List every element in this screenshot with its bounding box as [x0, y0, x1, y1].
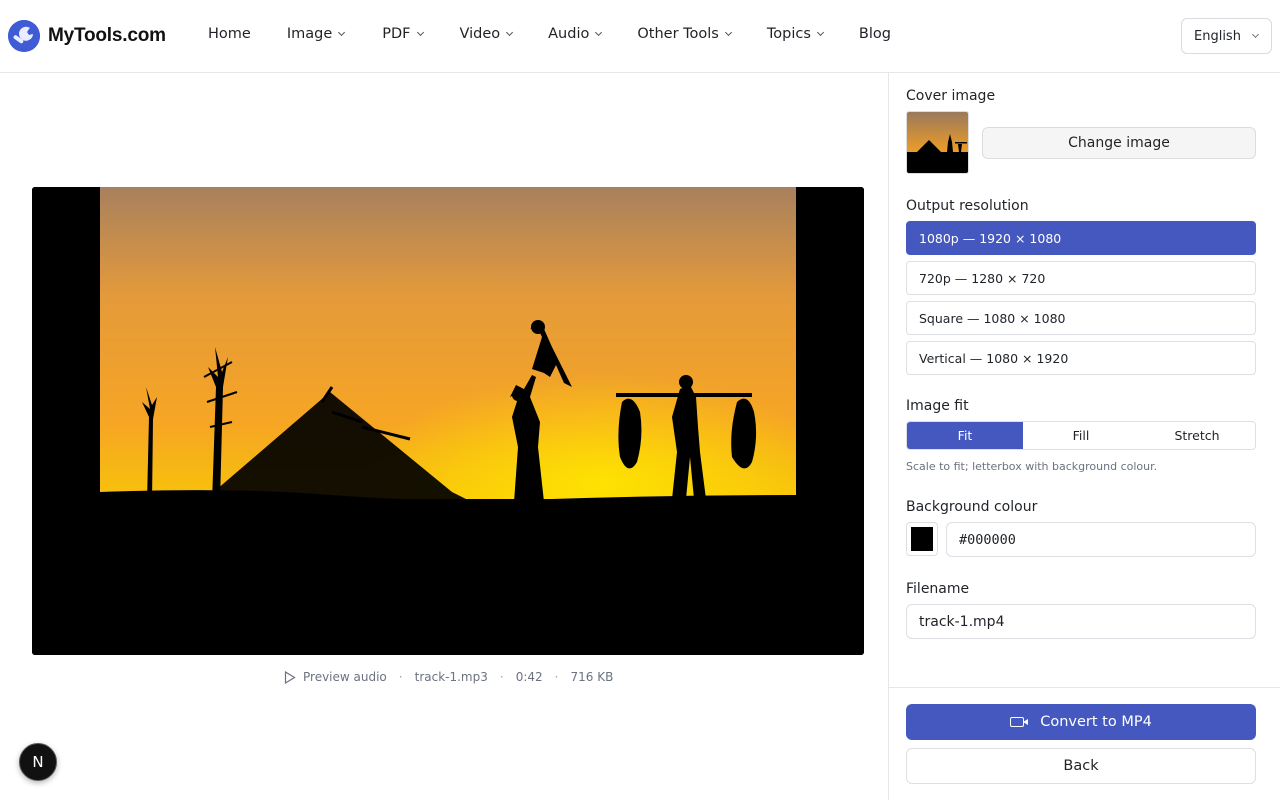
nav-video[interactable]: Video [460, 26, 514, 42]
language-select[interactable]: English [1181, 18, 1272, 54]
chevron-down-icon [724, 28, 732, 37]
fit-option-fill[interactable]: Fill [1023, 422, 1139, 449]
nav-image[interactable]: Image [287, 26, 346, 42]
resolution-option-square[interactable]: Square — 1080 × 1080 [906, 301, 1256, 335]
chevron-down-icon [338, 28, 346, 37]
background-colour-input[interactable]: #000000 [946, 522, 1256, 557]
image-fit-hint: Scale to fit; letterbox with background … [906, 460, 1158, 473]
main-nav: Home Image PDF Video Audio Other Tools T… [208, 26, 891, 42]
play-icon[interactable] [284, 670, 296, 684]
separator-dot: · [499, 670, 504, 684]
separator-dot: · [398, 670, 403, 684]
chevron-down-icon [816, 28, 824, 37]
background-colour-swatch[interactable] [906, 522, 938, 556]
video-preview [32, 187, 864, 655]
settings-sidebar: Cover image Change image Output resoluti… [888, 73, 1280, 800]
cover-image-preview [32, 187, 864, 655]
resolution-option-720p[interactable]: 720p — 1280 × 720 [906, 261, 1256, 295]
back-button[interactable]: Back [906, 748, 1256, 784]
resolution-option-vertical[interactable]: Vertical — 1080 × 1920 [906, 341, 1256, 375]
background-colour-label: Background colour [906, 499, 1038, 515]
colour-swatch-fill [911, 527, 933, 551]
fit-option-fit[interactable]: Fit [907, 422, 1023, 449]
audio-duration: 0:42 [515, 670, 543, 684]
chevron-down-icon [506, 28, 514, 37]
resolution-option-1080p[interactable]: 1080p — 1920 × 1080 [906, 221, 1256, 255]
nav-other-tools[interactable]: Other Tools [637, 26, 732, 42]
nav-blog[interactable]: Blog [859, 26, 891, 42]
change-image-button[interactable]: Change image [982, 127, 1256, 159]
language-value: English [1194, 28, 1241, 44]
site-name: MyTools.com [48, 25, 166, 46]
nav-audio[interactable]: Audio [548, 26, 603, 42]
sidebar-divider [889, 687, 1280, 688]
filename-input[interactable]: track-1.mp4 [906, 604, 1256, 639]
chevron-down-icon [1251, 30, 1259, 39]
top-header: MyTools.com Home Image PDF Video Audio O… [0, 0, 1280, 73]
separator-dot: · [554, 670, 559, 684]
wrench-logo-icon [8, 20, 40, 52]
video-camera-icon [1010, 717, 1029, 727]
preview-audio-link[interactable]: Preview audio [303, 670, 387, 684]
chevron-down-icon [416, 28, 424, 37]
chevron-down-icon [595, 28, 603, 37]
output-resolution-label: Output resolution [906, 198, 1029, 214]
convert-to-mp4-button[interactable]: Convert to MP4 [906, 704, 1256, 740]
nav-topics[interactable]: Topics [767, 26, 824, 42]
cover-image-label: Cover image [906, 88, 996, 104]
site-logo[interactable]: MyTools.com [8, 20, 166, 52]
nav-pdf[interactable]: PDF [382, 26, 424, 42]
filename-label: Filename [906, 581, 970, 597]
audio-meta: Preview audio · track-1.mp3 · 0:42 · 716… [284, 670, 613, 684]
audio-filename: track-1.mp3 [414, 670, 488, 684]
cover-thumbnail [906, 111, 969, 174]
audio-file-size: 716 KB [570, 670, 614, 684]
image-fit-label: Image fit [906, 398, 969, 414]
convert-button-label: Convert to MP4 [1040, 714, 1152, 730]
fit-option-stretch[interactable]: Stretch [1139, 422, 1255, 449]
dev-tools-badge[interactable]: N [19, 743, 57, 781]
nav-home[interactable]: Home [208, 26, 251, 42]
image-fit-segmented-control: Fit Fill Stretch [906, 421, 1256, 450]
